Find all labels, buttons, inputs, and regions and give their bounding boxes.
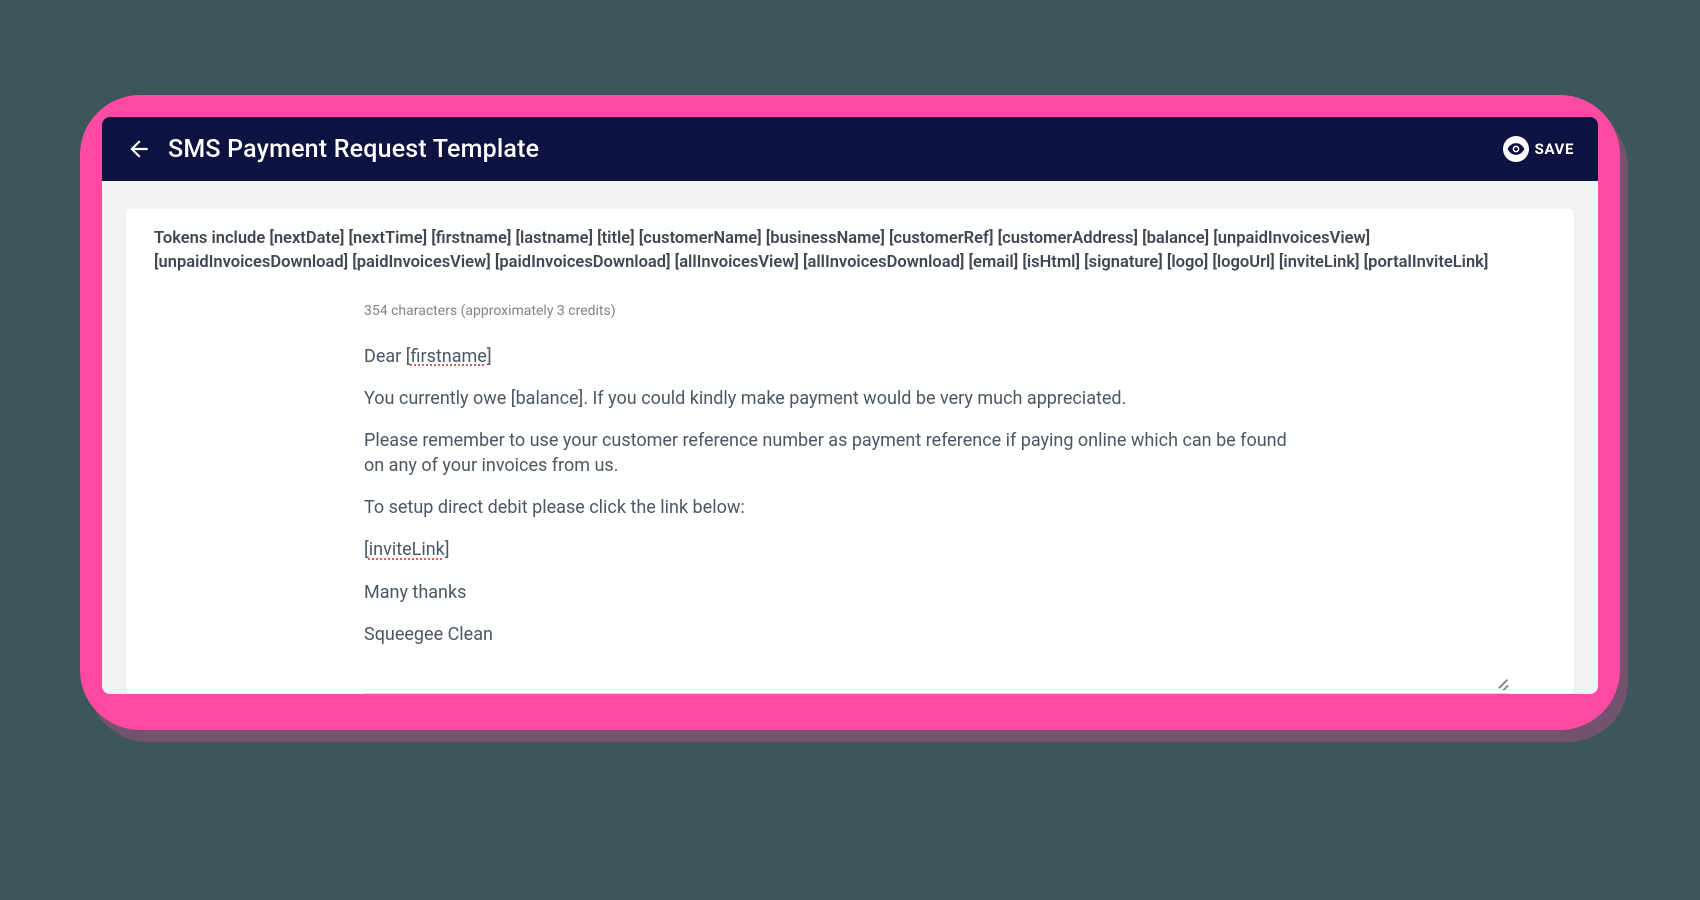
line-direct-debit: To setup direct debit please click the l… (364, 496, 1304, 520)
arrow-left-icon (126, 136, 152, 162)
line-thanks: Many thanks (364, 581, 1304, 605)
device-frame: SMS Payment Request Template SAVE Tokens… (80, 95, 1620, 730)
template-textarea[interactable]: Dear [firstname] You currently owe [bala… (364, 345, 1510, 694)
line-invite-link: [inviteLink] (364, 538, 1304, 562)
eye-icon (1503, 136, 1529, 162)
app-window: SMS Payment Request Template SAVE Tokens… (102, 117, 1598, 694)
page-title: SMS Payment Request Template (168, 135, 539, 164)
line-greeting: Dear [firstname] (364, 345, 1304, 369)
template-body: Dear [firstname] You currently owe [bala… (364, 345, 1510, 647)
resize-handle[interactable] (1494, 675, 1508, 689)
tokens-help-text: Tokens include [nextDate] [nextTime] [fi… (154, 227, 1546, 275)
save-label: SAVE (1535, 140, 1574, 158)
content-area: Tokens include [nextDate] [nextTime] [fi… (102, 181, 1598, 694)
token-invitelink: inviteLink (369, 539, 445, 560)
line-reference: Please remember to use your customer ref… (364, 429, 1304, 478)
editor-card: Tokens include [nextDate] [nextTime] [fi… (126, 209, 1574, 694)
save-button[interactable]: SAVE (1503, 136, 1574, 162)
token-firstname: firstname (411, 346, 487, 367)
character-count: 354 characters (approximately 3 credits) (364, 303, 1510, 319)
line-signoff: Squeegee Clean (364, 623, 1304, 647)
editor-column: 354 characters (approximately 3 credits)… (364, 303, 1510, 694)
titlebar: SMS Payment Request Template SAVE (102, 117, 1598, 181)
line-balance: You currently owe [balance]. If you coul… (364, 387, 1304, 411)
back-button[interactable] (120, 130, 158, 168)
